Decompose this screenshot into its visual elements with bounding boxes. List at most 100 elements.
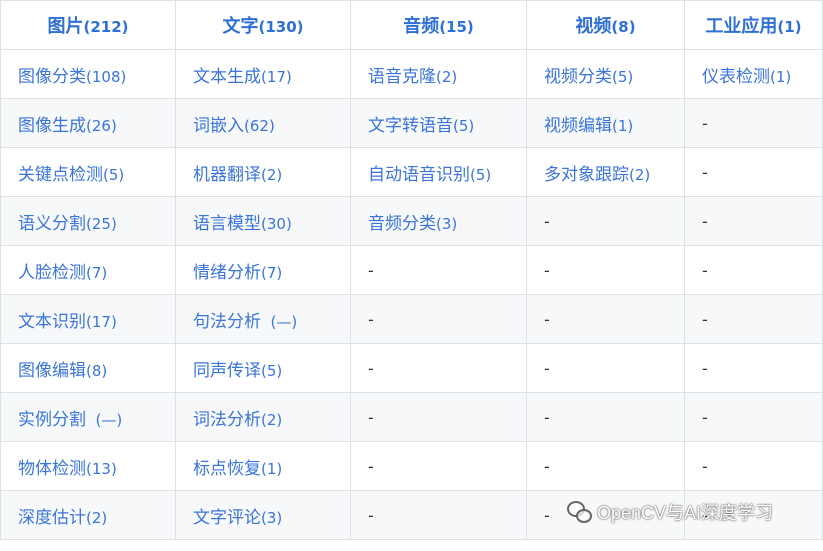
table-row: 图像生成(26) 词嵌入(62) 文字转语音(5) 视频编辑(1) - [0, 98, 823, 148]
cell-count: (1) [261, 459, 283, 478]
cell-label: 人脸检测 [18, 262, 86, 283]
table-cell-link[interactable]: 多对象跟踪(2) [526, 147, 685, 197]
table-cell-empty: - [684, 294, 823, 344]
cell-count: (13) [86, 459, 117, 478]
table-cell-link[interactable]: 深度估计(2) [0, 490, 176, 540]
table-cell-link[interactable]: 视频分类(5) [526, 49, 685, 99]
table-cell-empty: - [684, 441, 823, 491]
cell-label: - [544, 505, 550, 525]
table-cell-link[interactable]: 词嵌入(62) [175, 98, 351, 148]
cell-count: (2) [86, 508, 108, 527]
table-cell-link[interactable]: 物体检测(13) [0, 441, 176, 491]
table-row: 关键点检测(5) 机器翻译(2) 自动语音识别(5) 多对象跟踪(2) - [0, 147, 823, 197]
cell-label: 句法分析 [193, 311, 261, 332]
header-label: 视频 [575, 16, 612, 37]
table-cell-link[interactable]: 词法分析(2) [175, 392, 351, 442]
cell-count: (—) [86, 410, 123, 429]
cell-label: 词嵌入 [193, 115, 244, 136]
cell-count: (2) [629, 165, 651, 184]
cell-label: - [702, 260, 708, 280]
table-cell-link[interactable]: 关键点检测(5) [0, 147, 176, 197]
table-cell-link[interactable]: 图像分类(108) [0, 49, 176, 99]
table-cell-link[interactable]: 语义分割(25) [0, 196, 176, 246]
table-cell-link[interactable]: 仪表检测(1) [684, 49, 823, 99]
table-cell-empty: - [684, 343, 823, 393]
cell-label: 物体检测 [18, 458, 86, 479]
table-cell-link[interactable]: 视频编辑(1) [526, 98, 685, 148]
table-cell-link[interactable]: 句法分析 (—) [175, 294, 351, 344]
table-cell-link[interactable]: 自动语音识别(5) [350, 147, 527, 197]
table-cell-link[interactable]: 人脸检测(7) [0, 245, 176, 295]
table-row: 语义分割(25) 语言模型(30) 音频分类(3) - - [0, 196, 823, 246]
header-industrial[interactable]: 工业应用(1) [684, 0, 823, 50]
table-cell-empty: - [526, 294, 685, 344]
cell-label: - [544, 260, 550, 280]
cell-count: (5) [261, 361, 283, 380]
cell-label: 词法分析 [193, 409, 261, 430]
header-text[interactable]: 文字(130) [175, 0, 351, 50]
table-cell-link[interactable]: 标点恢复(1) [175, 441, 351, 491]
cell-label: 语音克隆 [368, 66, 436, 87]
table-cell-link[interactable]: 图像编辑(8) [0, 343, 176, 393]
cell-count: (1) [770, 67, 792, 86]
header-image[interactable]: 图片(212) [0, 0, 176, 50]
table-cell-link[interactable]: 音频分类(3) [350, 196, 527, 246]
table-cell-empty: - [526, 245, 685, 295]
cell-label: 语言模型 [193, 213, 261, 234]
table-row: 图像编辑(8) 同声传译(5) - - - [0, 343, 823, 393]
table-cell-empty: - [684, 147, 823, 197]
cell-count: (17) [86, 312, 117, 331]
cell-count: (30) [261, 214, 292, 233]
table-cell-link[interactable]: 图像生成(26) [0, 98, 176, 148]
table-cell-link[interactable]: 情绪分析(7) [175, 245, 351, 295]
table-cell-empty: - [350, 441, 527, 491]
cell-count: (7) [86, 263, 108, 282]
header-audio[interactable]: 音频(15) [350, 0, 527, 50]
cell-count: (3) [261, 508, 283, 527]
table-cell-link[interactable]: 文本生成(17) [175, 49, 351, 99]
cell-label: 文字转语音 [368, 115, 453, 136]
table-cell-link[interactable]: 语音克隆(2) [350, 49, 527, 99]
watermark: OpenCV与AI深度学习 [567, 497, 773, 527]
table-cell-link[interactable]: 同声传译(5) [175, 343, 351, 393]
table-cell-empty: - [526, 343, 685, 393]
cell-label: - [702, 456, 708, 476]
cell-label: 图像分类 [18, 66, 86, 87]
cell-label: - [368, 358, 374, 378]
cell-label: - [702, 358, 708, 378]
cell-count: (5) [453, 116, 475, 135]
cell-label: 文本生成 [193, 66, 261, 87]
cell-label: - [368, 407, 374, 427]
header-video[interactable]: 视频(8) [526, 0, 685, 50]
cell-label: 关键点检测 [18, 164, 103, 185]
table-cell-link[interactable]: 文字转语音(5) [350, 98, 527, 148]
cell-count: (2) [261, 410, 283, 429]
table-cell-link[interactable]: 语言模型(30) [175, 196, 351, 246]
cell-count: (1) [612, 116, 634, 135]
table-cell-link[interactable]: 文本识别(17) [0, 294, 176, 344]
cell-label: - [544, 358, 550, 378]
table-cell-link[interactable]: 文字评论(3) [175, 490, 351, 540]
cell-label: 文字评论 [193, 507, 261, 528]
header-count: (212) [83, 18, 129, 36]
cell-count: (—) [261, 312, 298, 331]
header-count: (1) [777, 18, 802, 36]
cell-label: 多对象跟踪 [544, 164, 629, 185]
cell-label: 仪表检测 [702, 66, 770, 87]
cell-count: (2) [261, 165, 283, 184]
cell-label: 实例分割 [18, 409, 86, 430]
cell-label: - [368, 309, 374, 329]
cell-count: (2) [436, 67, 458, 86]
cell-label: 深度估计 [18, 507, 86, 528]
cell-count: (25) [86, 214, 117, 233]
cell-label: - [544, 407, 550, 427]
wechat-icon [567, 501, 592, 523]
table-cell-empty: - [350, 245, 527, 295]
header-count: (8) [611, 18, 636, 36]
cell-count: (26) [86, 116, 117, 135]
table-cell-link[interactable]: 实例分割 (—) [0, 392, 176, 442]
table-cell-empty: - [526, 196, 685, 246]
table-cell-link[interactable]: 机器翻译(2) [175, 147, 351, 197]
table-cell-empty: - [526, 392, 685, 442]
header-label: 音频 [403, 16, 440, 37]
